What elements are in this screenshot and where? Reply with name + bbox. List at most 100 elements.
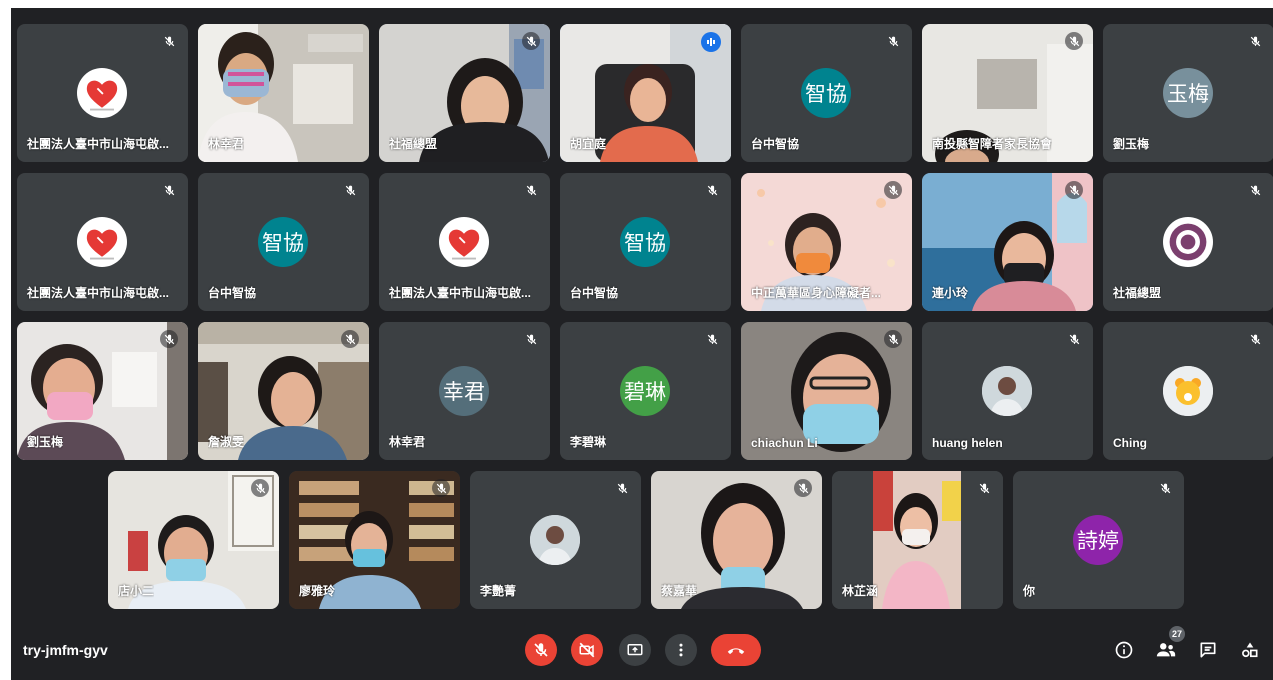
mic-off-icon — [1246, 181, 1264, 199]
participant-tile[interactable]: 廖雅玲 — [289, 471, 460, 609]
heart-logo-icon — [79, 219, 125, 265]
participant-tile[interactable]: 店小二 — [108, 471, 279, 609]
initials-avatar: 碧琳 — [620, 366, 670, 416]
participant-tile[interactable]: 碧琳 李碧琳 — [560, 322, 731, 460]
participant-name: 社團法人臺中市山海屯啟... — [27, 137, 170, 151]
participant-name: 林芷涵 — [842, 584, 879, 598]
participant-name: 廖雅玲 — [299, 584, 336, 598]
participant-name: 李艷菁 — [480, 584, 517, 598]
mic-off-icon — [341, 181, 359, 199]
mic-off-icon — [1156, 479, 1174, 497]
mic-off-icon — [703, 181, 721, 199]
mic-off-icon — [1065, 330, 1083, 348]
camera-toggle-button[interactable] — [571, 634, 603, 666]
heart-logo-icon — [441, 219, 487, 265]
initials-avatar: 智協 — [620, 217, 670, 267]
participant-tile[interactable]: 蔡嘉華 — [651, 471, 822, 609]
participant-name: 林幸君 — [208, 137, 245, 151]
participant-name: 詹淑雯 — [208, 435, 245, 449]
mic-off-icon — [975, 479, 993, 497]
organization-logo-avatar — [77, 217, 127, 267]
mic-off-icon — [160, 32, 178, 50]
mic-off-icon — [522, 330, 540, 348]
profile-photo — [530, 515, 580, 565]
present-screen-icon — [626, 641, 644, 659]
participant-tile[interactable]: 中正萬華區身心障礙者... — [741, 173, 912, 311]
profile-photo-avatar — [1163, 366, 1213, 416]
participant-tile[interactable]: 智協 台中智協 — [198, 173, 369, 311]
chat-icon — [1198, 640, 1218, 660]
more-options-button[interactable] — [665, 634, 697, 666]
initials-avatar: 玉梅 — [1163, 68, 1213, 118]
microphone-off-icon — [532, 641, 550, 659]
participant-tile[interactable]: 南投縣智障者家長協會 — [922, 24, 1093, 162]
participant-name: 台中智協 — [751, 137, 800, 151]
participant-tile[interactable]: 林芷涵 — [832, 471, 1003, 609]
participant-tile[interactable]: 詹淑雯 — [198, 322, 369, 460]
participant-tile[interactable]: 李艷菁 — [470, 471, 641, 609]
mic-off-icon — [703, 330, 721, 348]
mic-off-icon — [794, 479, 812, 497]
microphone-toggle-button[interactable] — [525, 634, 557, 666]
organization-logo-avatar — [439, 217, 489, 267]
meeting-window: 社團法人臺中市山海屯啟... 林幸君 社福總盟 胡宜庭 智協 台中智協 南投縣智… — [11, 8, 1273, 680]
organization-logo-avatar — [1163, 217, 1213, 267]
meeting-code[interactable]: try-jmfm-gyv — [23, 642, 108, 658]
participant-tile[interactable]: 玉梅 劉玉梅 — [1103, 24, 1273, 162]
more-options-icon — [672, 641, 690, 659]
participant-name: 台中智協 — [208, 286, 257, 300]
participant-tile[interactable]: 社團法人臺中市山海屯啟... — [379, 173, 550, 311]
participant-name: 劉玉梅 — [1113, 137, 1150, 151]
participant-tile[interactable]: 幸君 林幸君 — [379, 322, 550, 460]
mic-off-icon — [432, 479, 450, 497]
participant-tile[interactable]: 林幸君 — [198, 24, 369, 162]
activities-button[interactable] — [1238, 638, 1262, 662]
participant-tile[interactable]: 社福總盟 — [379, 24, 550, 162]
participant-name: 社福總盟 — [1113, 286, 1162, 300]
mic-off-icon — [341, 330, 359, 348]
activities-icon — [1240, 640, 1260, 660]
participant-tile[interactable]: 劉玉梅 — [17, 322, 188, 460]
participant-tile[interactable]: chiachun Li — [741, 322, 912, 460]
participant-name: 胡宜庭 — [570, 137, 607, 151]
participant-tile[interactable]: Ching — [1103, 322, 1273, 460]
mic-off-icon — [884, 330, 902, 348]
mic-off-icon — [613, 479, 631, 497]
profile-photo — [982, 366, 1032, 416]
participant-tile[interactable]: 社福總盟 — [1103, 173, 1273, 311]
participant-name: 社團法人臺中市山海屯啟... — [27, 286, 170, 300]
meeting-details-button[interactable] — [1112, 638, 1136, 662]
participant-count-badge: 27 — [1169, 626, 1185, 642]
participant-tile-self[interactable]: 詩婷 你 — [1013, 471, 1184, 609]
initials-avatar: 詩婷 — [1073, 515, 1123, 565]
participant-tile[interactable]: 智協 台中智協 — [741, 24, 912, 162]
profile-photo-avatar — [982, 366, 1032, 416]
participant-tile[interactable]: huang helen — [922, 322, 1093, 460]
participant-tile[interactable]: 社團法人臺中市山海屯啟... — [17, 24, 188, 162]
leave-call-button[interactable] — [711, 634, 761, 666]
meeting-details-icon — [1114, 640, 1134, 660]
seal-logo-icon — [1165, 219, 1211, 265]
initials-avatar: 智協 — [258, 217, 308, 267]
call-controls-bar: try-jmfm-gyv 27 — [11, 624, 1273, 680]
participant-tile[interactable]: 連小玲 — [922, 173, 1093, 311]
participant-tile[interactable]: 智協 台中智協 — [560, 173, 731, 311]
people-icon — [1155, 639, 1177, 661]
participant-name: 店小二 — [118, 584, 155, 598]
present-now-button[interactable] — [619, 634, 651, 666]
heart-logo-icon — [79, 70, 125, 116]
participant-name: 劉玉梅 — [27, 435, 64, 449]
chat-button[interactable] — [1196, 638, 1220, 662]
participant-tile[interactable]: 社團法人臺中市山海屯啟... — [17, 173, 188, 311]
mic-off-icon — [1246, 330, 1264, 348]
participant-name: 台中智協 — [570, 286, 619, 300]
initials-avatar: 智協 — [801, 68, 851, 118]
participant-name: 蔡嘉華 — [661, 584, 698, 598]
participant-name: 南投縣智障者家長協會 — [932, 137, 1053, 151]
mic-off-icon — [522, 32, 540, 50]
participant-name: 連小玲 — [932, 286, 969, 300]
mic-off-icon — [1065, 32, 1083, 50]
participant-tile-active-speaker[interactable]: 胡宜庭 — [560, 24, 731, 162]
mic-off-icon — [884, 181, 902, 199]
mic-off-icon — [160, 330, 178, 348]
